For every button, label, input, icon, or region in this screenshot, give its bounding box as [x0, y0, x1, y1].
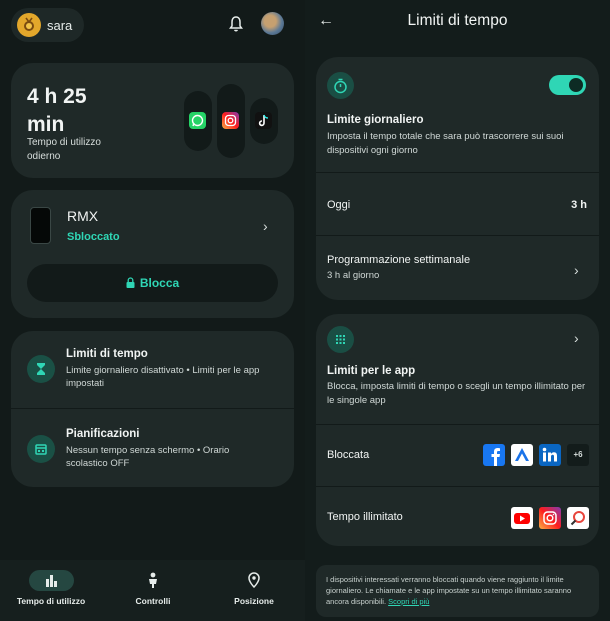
more-apps-badge: +6 — [567, 444, 589, 466]
bell-icon[interactable] — [228, 15, 244, 33]
hourglass-icon — [27, 355, 55, 383]
app-limits-desc: Blocca, imposta limiti di tempo o scegli… — [327, 381, 586, 406]
today-label: Oggi — [327, 199, 351, 211]
medal-icon — [24, 17, 34, 31]
learn-more-link[interactable]: Scopri di più — [388, 597, 429, 606]
lock-icon — [126, 277, 135, 288]
device-status: Sbloccato — [67, 231, 120, 243]
child-icon — [149, 572, 157, 588]
left-pane: sara 4 h 25 min Tempo di utilizzo odiern… — [0, 0, 305, 621]
daily-limit-title: Limite giornaliero — [327, 114, 424, 126]
youtube-icon — [511, 507, 533, 529]
daily-limit-desc: Imposta il tempo totale che sara può tra… — [327, 131, 564, 156]
block-button-label: Blocca — [139, 276, 180, 290]
user-avatar — [17, 13, 41, 37]
right-pane: ← Limiti di tempo Limite giornaliero Imp… — [305, 0, 610, 621]
info-footer: I dispositivi interessati verranno blocc… — [316, 565, 599, 617]
search-app-icon — [567, 507, 589, 529]
daily-limit-toggle[interactable] — [549, 75, 586, 95]
settings-row-desc: Nessun tempo senza schermo • Orario scol… — [66, 445, 230, 469]
chevron-right-icon[interactable]: › — [263, 218, 268, 234]
bar-chart-icon — [46, 575, 57, 587]
block-button[interactable]: Blocca — [27, 264, 278, 302]
bottom-navigation: Tempo di utilizzo Controlli Posizione — [0, 560, 305, 621]
instagram-icon — [539, 507, 561, 529]
usage-total: 4 h 25 min — [27, 85, 87, 136]
page-title: Limiti di tempo — [407, 12, 508, 29]
whatsapp-icon — [189, 112, 206, 129]
phone-icon — [30, 207, 51, 244]
weekly-schedule-desc: 3 h al giorno — [327, 270, 380, 281]
chevron-right-icon: › — [574, 262, 579, 278]
settings-row-desc: Limite giornaliero disattivato • Limiti … — [66, 365, 260, 389]
weekly-schedule-row[interactable] — [316, 236, 599, 300]
linkedin-icon — [539, 444, 561, 466]
apps-grid-icon — [327, 326, 354, 353]
user-switcher[interactable]: sara — [11, 8, 84, 42]
today-value: 3 h — [571, 199, 587, 211]
app-limits-title: Limiti per le app — [327, 365, 416, 377]
location-pin-icon — [248, 572, 260, 588]
unlimited-apps-label: Tempo illimitato — [327, 511, 403, 523]
calendar-icon — [27, 435, 55, 463]
instagram-icon — [222, 112, 239, 129]
profile-avatar[interactable] — [261, 12, 284, 35]
facebook-icon — [483, 444, 505, 466]
timer-icon — [327, 72, 354, 99]
block-button-content: Blocca — [27, 276, 278, 290]
usage-caption: Tempo di utilizzo odierno — [27, 137, 101, 162]
arrow-app-icon — [511, 444, 533, 466]
blocked-apps-label: Bloccata — [327, 449, 370, 461]
user-name: sara — [47, 18, 73, 33]
weekly-schedule-title: Programmazione settimanale — [327, 254, 471, 266]
toggle-knob — [569, 78, 583, 92]
nav-label: Controlli — [135, 596, 171, 606]
tiktok-icon — [255, 112, 272, 129]
settings-row-title: Pianificazioni — [66, 428, 140, 440]
settings-row-title: Limiti di tempo — [66, 348, 148, 360]
nav-label: Posizione — [234, 596, 274, 606]
chevron-right-icon: › — [574, 330, 579, 346]
info-footer-text: I dispositivi interessati verranno blocc… — [326, 575, 572, 606]
nav-label: Tempo di utilizzo — [16, 596, 86, 606]
device-name: RMX — [67, 208, 99, 224]
